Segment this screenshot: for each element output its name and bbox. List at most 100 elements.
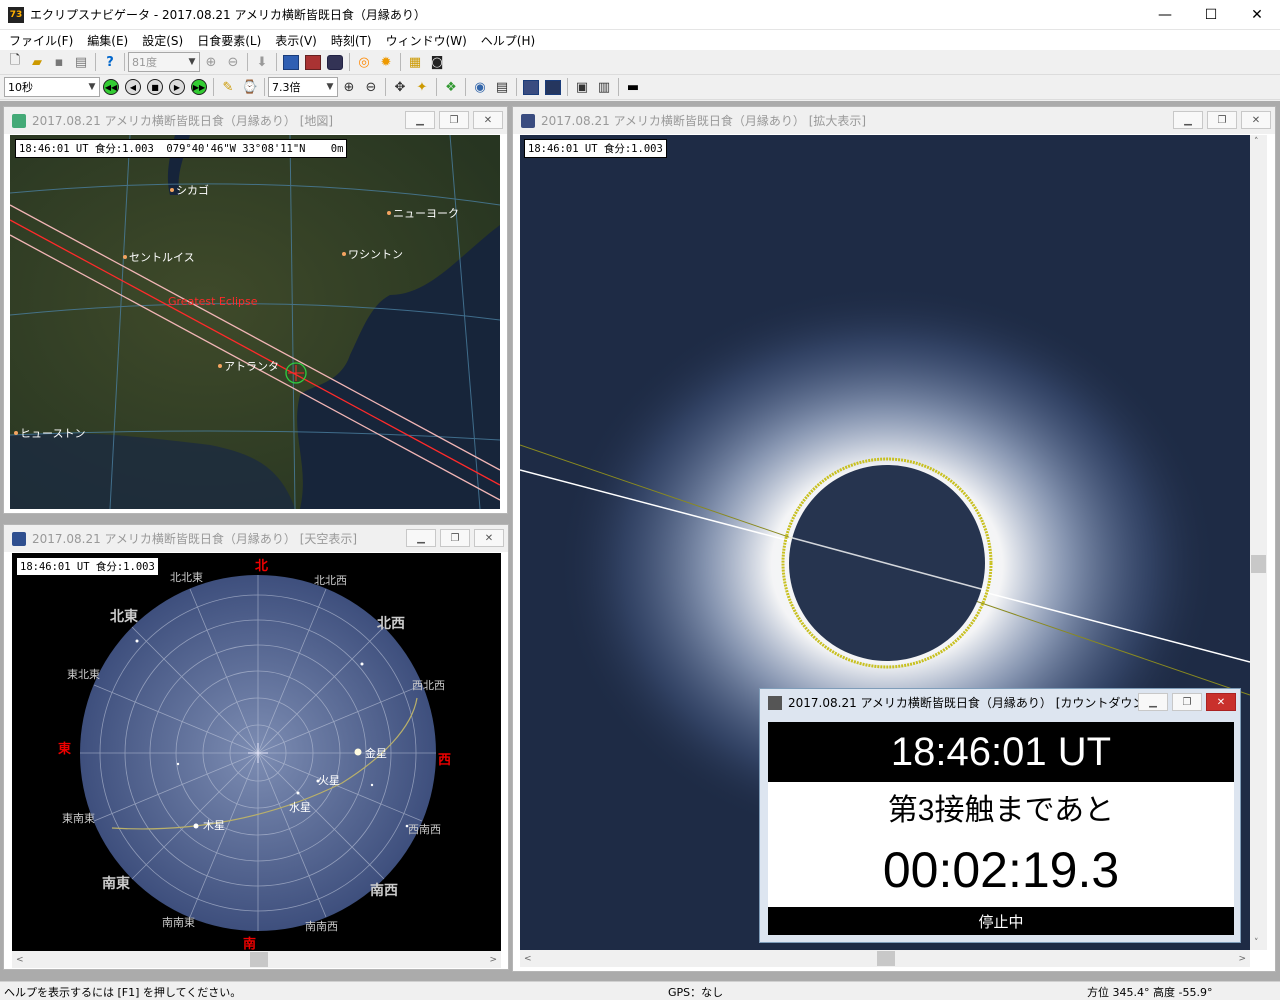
- map-minimize-button[interactable]: ▁: [405, 111, 435, 129]
- scroll-left-icon[interactable]: <: [520, 954, 532, 964]
- help-icon[interactable]: ?: [99, 52, 121, 73]
- zoom-out-icon[interactable]: ⊖: [222, 52, 244, 73]
- countdown-icon: [768, 695, 782, 710]
- map-window-icon[interactable]: ◉: [469, 77, 491, 98]
- city-atlanta: アトランタ: [218, 358, 279, 374]
- zoom-icon: [521, 113, 535, 128]
- view-grid-red-icon[interactable]: [302, 52, 324, 73]
- field-of-view-select[interactable]: 81度 ▼: [128, 52, 200, 72]
- table-icon[interactable]: ▦: [404, 52, 426, 73]
- clock-window-icon[interactable]: ▣: [571, 77, 593, 98]
- save-icon[interactable]: ▪: [48, 52, 70, 73]
- location-icon[interactable]: ❖: [440, 77, 462, 98]
- scroll-right-icon[interactable]: >: [1238, 954, 1250, 964]
- zoom-window-icon[interactable]: [542, 77, 564, 98]
- dir-se: 南東: [102, 876, 130, 892]
- map-restore-button[interactable]: ❐: [439, 111, 469, 129]
- menu-edit[interactable]: 編集(E): [80, 32, 135, 49]
- greatest-eclipse-label: Greatest Eclipse: [168, 295, 258, 308]
- time-step-select[interactable]: 10秒 ▼: [4, 77, 100, 97]
- globe-icon: [12, 113, 26, 128]
- view-circle-icon[interactable]: [324, 52, 346, 73]
- magnify-in-icon[interactable]: ⊕: [338, 77, 360, 98]
- sky-window-titlebar[interactable]: 2017.08.21 アメリカ横断皆既日食（月縁あり） [天空表示] ▁ ❐ ✕: [4, 525, 508, 552]
- magnification-select[interactable]: 7.3倍 ▼: [268, 77, 338, 97]
- dir-ne: 北東: [110, 609, 138, 625]
- map-window-titlebar[interactable]: 2017.08.21 アメリカ横断皆既日食（月縁あり） [地図] ▁ ❐ ✕: [4, 107, 507, 134]
- zoom-vscrollbar[interactable]: ˄ ˅: [1250, 135, 1267, 950]
- sky-restore-button[interactable]: ❐: [440, 529, 470, 547]
- dir-sse: 南南東: [162, 916, 195, 929]
- zoom-in-icon[interactable]: ⊕: [200, 52, 222, 73]
- zoom-info-readout: 18:46:01 UT 食分:1.003: [524, 139, 667, 158]
- zoom-vscroll-thumb[interactable]: [1251, 555, 1266, 573]
- camera-icon[interactable]: ◙: [426, 52, 448, 73]
- scroll-down-icon[interactable]: ˅: [1254, 938, 1259, 948]
- title-bar: 73 エクリプスナビゲータ - 2017.08.21 アメリカ横断皆既日食（月縁…: [0, 0, 1280, 30]
- stop-icon[interactable]: ■: [144, 77, 166, 98]
- zoom-window-titlebar[interactable]: 2017.08.21 アメリカ横断皆既日食（月縁あり） [拡大表示] ▁ ❐ ✕: [513, 107, 1275, 134]
- menu-eclipse-elements[interactable]: 日食要素(L): [190, 32, 268, 49]
- menu-file[interactable]: ファイル(F): [2, 32, 80, 49]
- map-close-button[interactable]: ✕: [473, 111, 503, 129]
- zoom-minimize-button[interactable]: ▁: [1173, 111, 1203, 129]
- zoom-close-button[interactable]: ✕: [1241, 111, 1271, 129]
- download-icon[interactable]: ⬇: [251, 52, 273, 73]
- menu-time[interactable]: 時刻(T): [324, 32, 379, 49]
- view-blue-icon[interactable]: [280, 52, 302, 73]
- clock-set-icon[interactable]: ⌚: [239, 77, 261, 98]
- menu-bar: ファイル(F) 編集(E) 設定(S) 日食要素(L) 表示(V) 時刻(T) …: [0, 30, 1280, 50]
- map-info-readout: 18:46:01 UT 食分:1.003 079°40'46"W 33°08'1…: [15, 139, 348, 158]
- maximize-button[interactable]: ☐: [1188, 0, 1234, 30]
- sky-view[interactable]: 北 北北東 北北西 北東 北西 東北東 西北西 東 西 東南東 西南西 南東 南…: [12, 553, 501, 951]
- zoom-hscroll-thumb[interactable]: [877, 951, 895, 966]
- globe-pin-icon[interactable]: ✦: [411, 77, 433, 98]
- chevron-down-icon: ▼: [188, 57, 196, 67]
- dir-sw: 南西: [370, 883, 398, 899]
- planet-jupiter-label: 木星: [203, 819, 225, 832]
- play-icon[interactable]: ▶: [166, 77, 188, 98]
- scroll-up-icon[interactable]: ˄: [1254, 137, 1259, 147]
- countdown-minimize-button[interactable]: ▁: [1138, 693, 1168, 711]
- sunburst-icon[interactable]: ✹: [375, 52, 397, 73]
- sky-hscrollbar[interactable]: < >: [12, 951, 501, 968]
- rewind-icon[interactable]: ◀: [122, 77, 144, 98]
- sky-window-icon[interactable]: [520, 77, 542, 98]
- countdown-close-button[interactable]: ✕: [1206, 693, 1236, 711]
- magnify-out-icon[interactable]: ⊖: [360, 77, 382, 98]
- new-file-icon[interactable]: 🗋: [4, 52, 26, 73]
- sky-hscroll-thumb[interactable]: [250, 952, 268, 967]
- menu-view[interactable]: 表示(V): [268, 32, 324, 49]
- dir-nw: 北西: [377, 616, 405, 632]
- status-bar: ヘルプを表示するには [F1] を押してください。 GPS：なし 方位 345.…: [0, 981, 1280, 1000]
- status-gps: GPS：なし: [668, 986, 724, 999]
- sky-close-button[interactable]: ✕: [474, 529, 504, 547]
- menu-window[interactable]: ウィンドウ(W): [379, 32, 474, 49]
- countdown-window-icon[interactable]: ▥: [593, 77, 615, 98]
- print-icon[interactable]: ▤: [70, 52, 92, 73]
- window-title: エクリプスナビゲータ - 2017.08.21 アメリカ横断皆既日食（月縁あり）: [30, 8, 426, 22]
- rewind-fast-icon[interactable]: ◀◀: [100, 77, 122, 98]
- open-folder-icon[interactable]: ▰: [26, 52, 48, 73]
- status-help-text: ヘルプを表示するには [F1] を押してください。: [4, 986, 242, 999]
- menu-settings[interactable]: 設定(S): [135, 32, 190, 49]
- close-button[interactable]: ✕: [1234, 0, 1280, 30]
- fullscreen-icon[interactable]: ▬: [622, 77, 644, 98]
- zoom-hscrollbar[interactable]: < >: [520, 950, 1250, 967]
- scroll-left-icon[interactable]: <: [12, 955, 24, 965]
- countdown-restore-button[interactable]: ❐: [1172, 693, 1202, 711]
- countdown-window-titlebar[interactable]: 2017.08.21 アメリカ横断皆既日食（月縁あり） [カウントダウン] ▁ …: [760, 689, 1240, 716]
- zoom-restore-button[interactable]: ❐: [1207, 111, 1237, 129]
- crosshair-icon[interactable]: ✥: [389, 77, 411, 98]
- scroll-right-icon[interactable]: >: [489, 955, 501, 965]
- dir-ese: 東南東: [62, 812, 95, 825]
- fast-forward-icon[interactable]: ▶▶: [188, 77, 210, 98]
- menu-help[interactable]: ヘルプ(H): [474, 32, 542, 49]
- time-edit-icon[interactable]: ✎: [217, 77, 239, 98]
- sun-icon[interactable]: ◎: [353, 52, 375, 73]
- sky-minimize-button[interactable]: ▁: [406, 529, 436, 547]
- map-view[interactable]: シカゴ ニューヨーク セントルイス ワシントン アトランタ ヒューストン Gre…: [10, 135, 500, 509]
- minimize-button[interactable]: —: [1142, 0, 1188, 30]
- sky-info-readout: 18:46:01 UT 食分:1.003: [16, 557, 159, 576]
- list-window-icon[interactable]: ▤: [491, 77, 513, 98]
